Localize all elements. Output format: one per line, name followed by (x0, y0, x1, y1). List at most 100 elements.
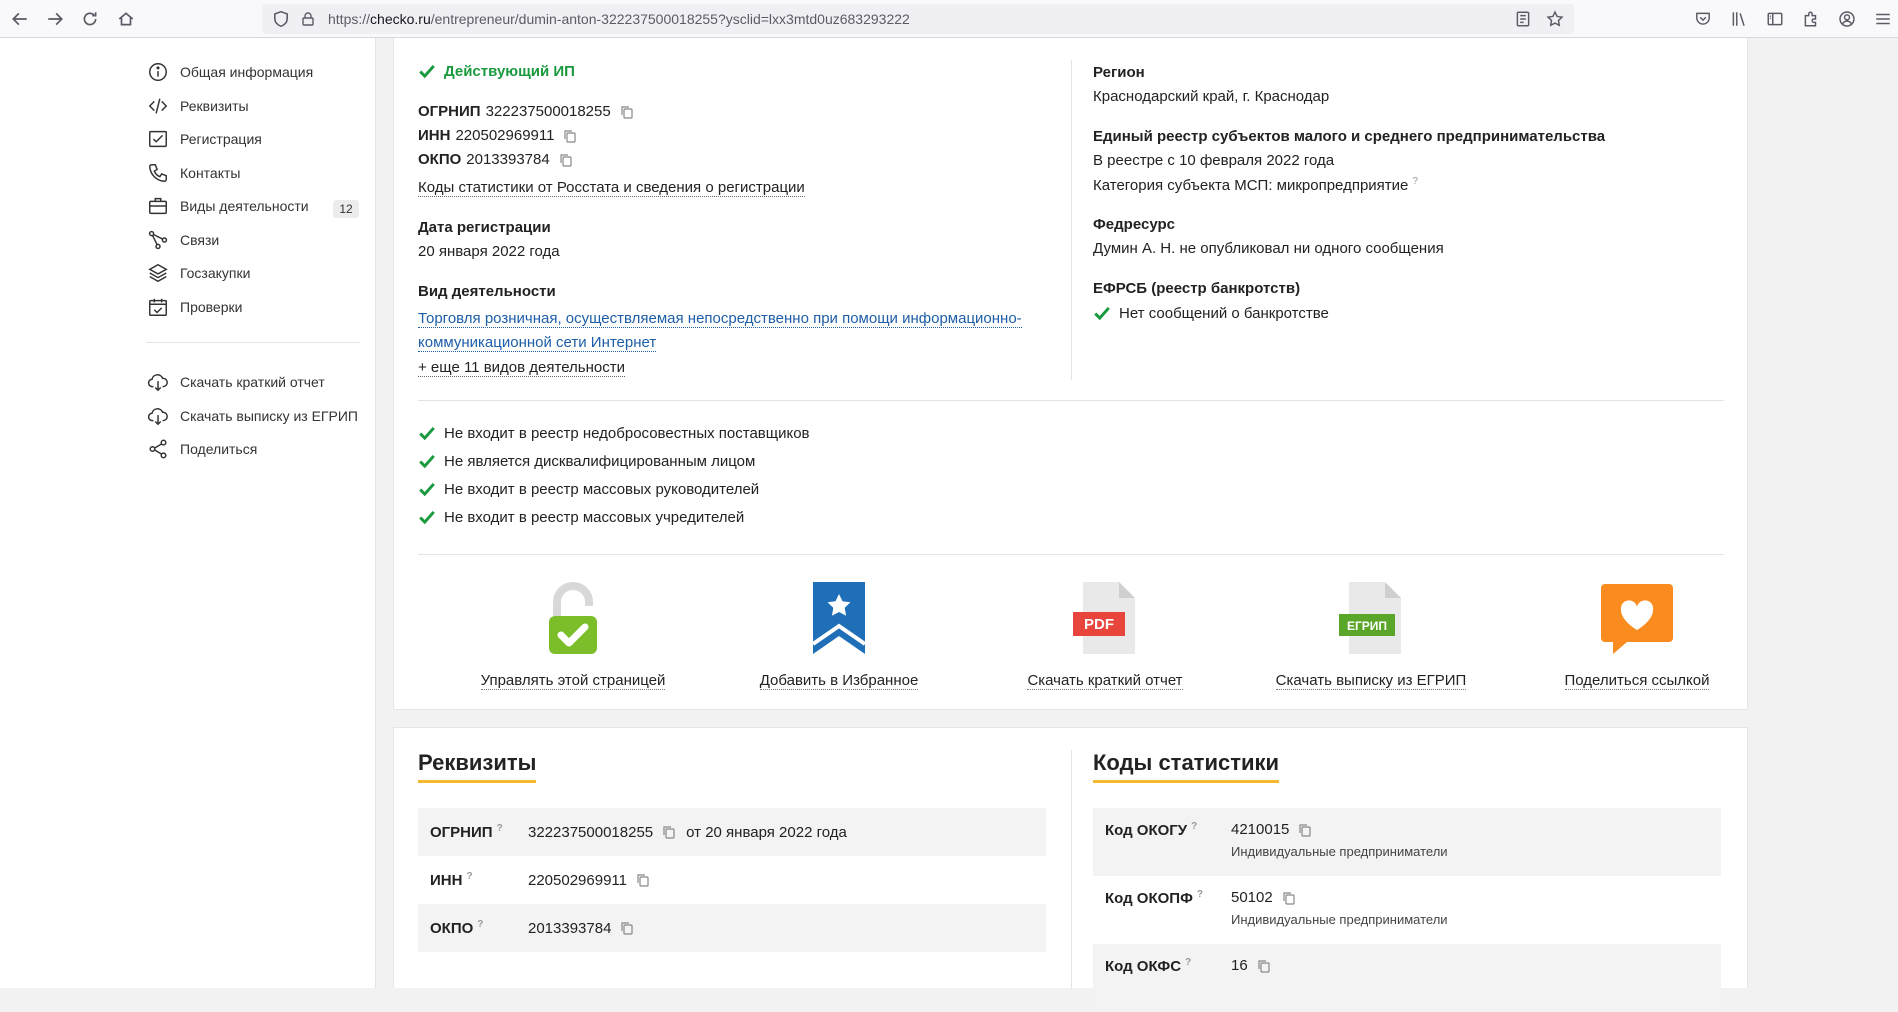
copy-icon[interactable] (563, 129, 577, 143)
menu-icon[interactable] (1874, 10, 1892, 28)
sidebar-item-label: Регистрация (180, 131, 262, 147)
sidebar-download-egrip[interactable]: Скачать выписку из ЕГРИП (146, 402, 358, 430)
svg-text:ЕГРИП: ЕГРИП (1347, 619, 1387, 633)
okpo-row: ОКПО 2013393784 (418, 151, 573, 168)
sidebar-item-label: Проверки (180, 299, 243, 315)
share-link-action[interactable]: Поделиться ссылкой (1522, 578, 1752, 690)
sidebar-item-requisites[interactable]: Реквизиты (146, 92, 249, 120)
layers-icon (146, 261, 170, 285)
check-icon (419, 482, 435, 497)
copy-icon[interactable] (620, 105, 634, 119)
sidebar-item-registration[interactable]: Регистрация (146, 125, 262, 153)
connections-icon (146, 228, 170, 252)
check-icon (1094, 306, 1110, 321)
copy-icon[interactable] (559, 153, 573, 167)
table-row: Код ОКФС? 16 (1093, 944, 1721, 1012)
sidebar-item-inspections[interactable]: Проверки (146, 293, 242, 321)
help-mark[interactable]: ? (466, 871, 472, 882)
help-mark[interactable]: ? (1185, 957, 1191, 968)
help-mark[interactable]: ? (1412, 176, 1418, 187)
check-item: Не входит в реестр массовых руководителе… (418, 480, 759, 498)
extensions-icon[interactable] (1802, 10, 1820, 28)
requisites-table: ОГРНИП? 322237500018255 от 20 января 202… (418, 808, 1046, 952)
help-mark[interactable]: ? (477, 919, 483, 930)
check-icon (419, 426, 435, 441)
account-icon[interactable] (1838, 10, 1856, 28)
sidebar-item-general-info[interactable]: Общая информация (146, 58, 313, 86)
sidebar-item-activities[interactable]: Виды деятельности (146, 192, 309, 220)
reg-date-label: Дата регистрации (418, 219, 551, 236)
check-box-icon (146, 127, 170, 151)
cloud-download-icon (146, 370, 170, 394)
stat-codes-link[interactable]: Коды статистики от Росстата и сведения о… (418, 179, 805, 197)
reader-view-icon[interactable] (1514, 10, 1532, 28)
sidebar-item-label: Скачать выписку из ЕГРИП (180, 408, 358, 424)
home-icon[interactable] (108, 1, 144, 37)
table-row: Код ОКОПФ? 50102 Индивидуальные предприн… (1105, 889, 1448, 927)
sidebar-item-label: Контакты (180, 165, 241, 181)
calendar-check-icon (146, 295, 170, 319)
sidebar-download-report[interactable]: Скачать краткий отчет (146, 368, 325, 396)
sidebar-item-label: Скачать краткий отчет (180, 374, 325, 390)
help-mark[interactable]: ? (1197, 889, 1203, 900)
region-value: Краснодарский край, г. Краснодар (1093, 88, 1330, 105)
msp-category: Категория субъекта МСП: микропредприятие… (1093, 176, 1418, 194)
copy-icon[interactable] (1298, 823, 1312, 837)
info-icon (146, 60, 170, 84)
copy-icon[interactable] (1282, 891, 1296, 905)
more-activities-link[interactable]: + еще 11 видов деятельности (418, 359, 625, 377)
copy-icon[interactable] (620, 921, 634, 935)
copy-icon[interactable] (636, 873, 650, 887)
lock-icon[interactable] (300, 11, 316, 27)
sidebar-toggle-icon[interactable] (1766, 10, 1784, 28)
back-icon[interactable] (2, 1, 38, 37)
check-icon (419, 510, 435, 525)
section-divider (418, 554, 1724, 555)
unlock-check-icon (533, 578, 613, 658)
shield-icon[interactable] (272, 10, 290, 28)
url-text[interactable]: https://checko.ru/entrepreneur/dumin-ant… (328, 11, 910, 27)
fedresurs-label: Федресурс (1093, 216, 1175, 233)
help-mark[interactable]: ? (497, 823, 503, 834)
copy-icon[interactable] (1257, 959, 1271, 973)
table-row: ИНН? 220502969911 (418, 856, 1046, 904)
briefcase-icon (146, 194, 170, 218)
msp-label: Единый реестр субъектов малого и среднег… (1093, 128, 1606, 145)
phone-icon (146, 161, 170, 185)
sidebar-item-procurement[interactable]: Госзакупки (146, 259, 250, 287)
forward-icon[interactable] (37, 1, 73, 37)
reg-date-value: 20 января 2022 года (418, 243, 560, 260)
svg-text:PDF: PDF (1084, 616, 1114, 633)
sidebar-item-label: Связи (180, 232, 220, 248)
address-bar[interactable]: https://checko.ru/entrepreneur/dumin-ant… (262, 4, 1574, 34)
copy-icon[interactable] (662, 825, 676, 839)
sidebar-item-label: Госзакупки (180, 265, 251, 281)
download-egrip-action[interactable]: ЕГРИП Скачать выписку из ЕГРИП (1256, 578, 1486, 690)
add-favorite-action[interactable]: Добавить в Избранное (724, 578, 954, 690)
sidebar-item-label: Реквизиты (180, 98, 249, 114)
download-report-action[interactable]: PDF Скачать краткий отчет (990, 578, 1220, 690)
okpo-value: 2013393784 (466, 151, 550, 168)
bookmark-star-icon (799, 578, 879, 658)
help-mark[interactable]: ? (1191, 821, 1197, 832)
ogrnip-row: ОГРНИП 322237500018255 (418, 103, 634, 120)
activity-link[interactable]: Торговля розничная, осуществляемая непос… (418, 307, 1022, 355)
efrsb-value: Нет сообщений о банкротстве (1093, 304, 1329, 322)
heart-chat-icon (1597, 578, 1677, 658)
check-item: Не входит в реестр массовых учредителей (418, 508, 744, 526)
table-row: Код ОКОГУ? 4210015 Индивидуальные предпр… (1093, 808, 1721, 876)
check-icon (419, 454, 435, 469)
reload-icon[interactable] (72, 1, 108, 37)
sidebar-item-contacts[interactable]: Контакты (146, 159, 240, 187)
inn-value: 220502969911 (455, 127, 555, 144)
sidebar-item-connections[interactable]: Связи (146, 226, 219, 254)
manage-page-action[interactable]: Управлять этой страницей (458, 578, 688, 690)
table-row: ОГРНИП? 322237500018255 от 20 января 202… (418, 808, 1046, 856)
pocket-icon[interactable] (1694, 10, 1712, 28)
check-icon (419, 64, 435, 79)
library-icon[interactable] (1730, 10, 1748, 28)
bookmark-star-icon[interactable] (1546, 10, 1564, 28)
sidebar-share[interactable]: Поделиться (146, 435, 257, 463)
share-icon (146, 437, 170, 461)
table-row: ОКПО? 2013393784 (418, 904, 1046, 952)
